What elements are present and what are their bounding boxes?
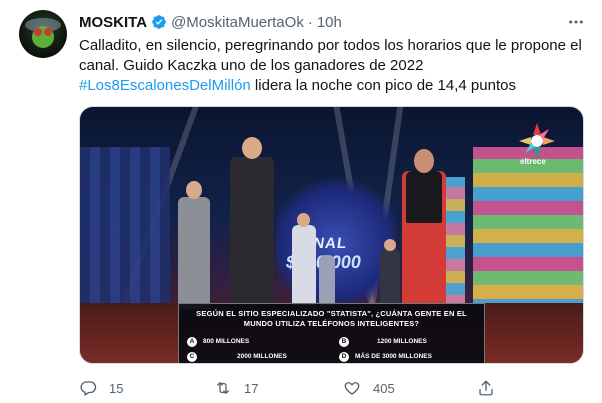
like-button[interactable]: 405 xyxy=(343,378,395,398)
channel-logo-text: eltrece xyxy=(520,157,546,166)
hashtag-link[interactable]: #Los8EscalonesDelMillón xyxy=(79,77,251,94)
contestant-top xyxy=(406,171,442,223)
header-separator: · xyxy=(307,13,313,31)
tweet-text-line: Calladito, en silencio, peregrinando por… xyxy=(79,37,582,54)
tweet-text-rest: lidera la noche con pico de 14,4 puntos xyxy=(250,77,516,94)
more-options-icon xyxy=(569,20,583,24)
tweet-media-image[interactable]: FINAL $000.000 eltrece SEGÚN EL SITIO ES… xyxy=(79,106,584,364)
tweet-text-line: #Los8EscalonesDelMillón lidera la noche … xyxy=(79,76,587,96)
contestant-figure xyxy=(178,197,210,309)
verified-badge-icon xyxy=(152,15,166,29)
answer-option-b: B 1200 MILLONES xyxy=(339,336,427,347)
answer-option-c: C 2000 MILLONES xyxy=(187,351,287,362)
question-text: SEGÚN EL SITIO ESPECIALIZADO "STATISTA",… xyxy=(179,309,484,329)
contestant-head xyxy=(384,239,396,251)
contestant-head xyxy=(297,213,310,227)
author-name[interactable]: MOSKITA xyxy=(79,14,147,31)
tweet-text: Calladito, en silencio, peregrinando por… xyxy=(79,36,587,96)
avatar-eye-shape xyxy=(34,28,42,36)
question-overlay: SEGÚN EL SITIO ESPECIALIZADO "STATISTA",… xyxy=(178,303,485,363)
reply-count: 15 xyxy=(109,380,124,396)
like-icon xyxy=(344,382,360,395)
stage-screen-left xyxy=(80,147,170,317)
contestant-head xyxy=(186,181,202,199)
share-button[interactable] xyxy=(477,378,507,398)
tweet-timestamp[interactable]: 10h xyxy=(317,14,342,31)
answer-option-a: A 800 MILLONES xyxy=(187,336,250,347)
question-line: MUNDO UTILIZA TELÉFONOS INTELIGENTES? xyxy=(243,319,420,328)
answer-text: MÁS DE 3000 MILLONES xyxy=(355,353,432,360)
reply-button[interactable]: 15 xyxy=(79,378,123,398)
answer-letter: A xyxy=(187,336,197,347)
eltrece-logo-icon xyxy=(519,123,555,159)
tweet-header: MOSKITA @MoskitaMuertaOk · 10h xyxy=(79,12,342,32)
contestant-figure xyxy=(292,225,316,305)
like-count: 405 xyxy=(373,380,395,396)
retweet-count: 17 xyxy=(244,380,259,396)
question-line: SEGÚN EL SITIO ESPECIALIZADO "STATISTA",… xyxy=(196,309,467,318)
answer-letter: B xyxy=(339,336,349,347)
answer-text: 800 MILLONES xyxy=(203,338,250,345)
author-avatar[interactable] xyxy=(19,10,67,58)
host-head xyxy=(242,137,262,159)
contestant-figure xyxy=(380,249,400,305)
answer-letter: C xyxy=(187,351,197,362)
tweet-text-line: canal. Guido Kaczka uno de los ganadores… xyxy=(79,57,424,74)
reply-icon xyxy=(80,381,97,396)
answer-text: 2000 MILLONES xyxy=(237,353,287,360)
host-figure xyxy=(230,157,274,307)
answer-text: 1200 MILLONES xyxy=(377,338,427,345)
tweet-action-bar: 15 17 405 xyxy=(79,378,559,398)
retweet-button[interactable]: 17 xyxy=(214,378,258,398)
contestant-head xyxy=(414,149,434,173)
answer-letter: D xyxy=(339,351,349,362)
author-handle[interactable]: @MoskitaMuertaOk xyxy=(171,14,304,31)
more-options-button[interactable] xyxy=(566,12,586,32)
retweet-icon xyxy=(217,382,229,394)
answer-option-d: D MÁS DE 3000 MILLONES xyxy=(339,351,432,362)
avatar-eye-shape xyxy=(44,28,52,36)
contestant-figure xyxy=(319,255,335,305)
share-icon xyxy=(479,380,493,396)
stage-screen-right xyxy=(473,147,583,327)
